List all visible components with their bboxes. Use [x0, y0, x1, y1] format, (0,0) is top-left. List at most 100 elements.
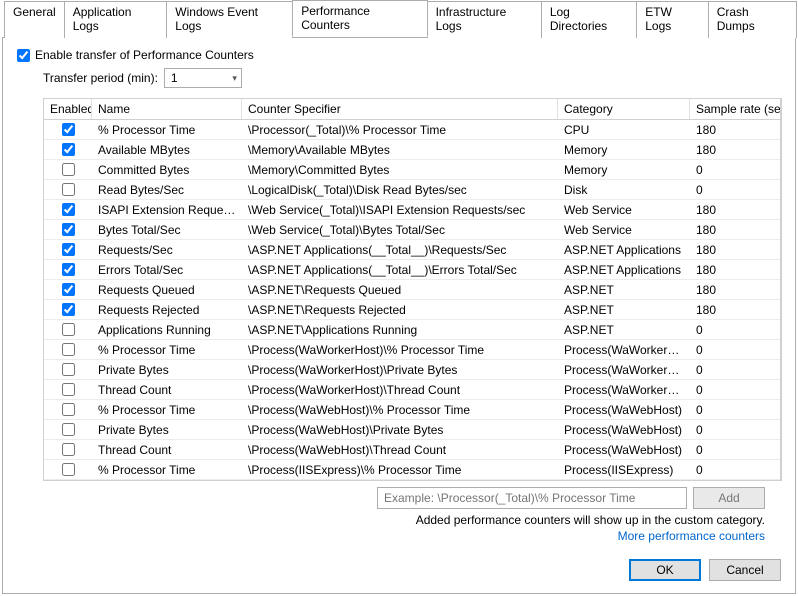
cell-spec: \Process(WaWorkerHost)\Private Bytes: [242, 362, 558, 378]
row-enabled-checkbox[interactable]: [62, 183, 75, 196]
table-row[interactable]: Private Bytes\Process(WaWebHost)\Private…: [44, 420, 780, 440]
cell-cat: ASP.NET: [558, 302, 690, 318]
cell-cat: Process(WaWorkerHost): [558, 342, 690, 358]
row-enabled-checkbox[interactable]: [62, 223, 75, 236]
enable-transfer-label: Enable transfer of Performance Counters: [35, 48, 254, 62]
table-row[interactable]: Thread Count\Process(WaWebHost)\Thread C…: [44, 440, 780, 460]
cell-spec: \LogicalDisk(_Total)\Disk Read Bytes/sec: [242, 182, 558, 198]
cell-spec: \Process(WaWebHost)\Private Bytes: [242, 422, 558, 438]
add-counter-input[interactable]: [377, 487, 687, 509]
row-enabled-checkbox[interactable]: [62, 143, 75, 156]
row-enabled-checkbox[interactable]: [62, 123, 75, 136]
transfer-period-label: Transfer period (min):: [43, 71, 158, 85]
table-row[interactable]: % Processor Time\Processor(_Total)\% Pro…: [44, 120, 780, 140]
cell-spec: \Web Service(_Total)\ISAPI Extension Req…: [242, 202, 558, 218]
cell-spec: \Memory\Available MBytes: [242, 142, 558, 158]
col-enabled[interactable]: Enabled: [44, 99, 92, 119]
row-enabled-checkbox[interactable]: [62, 383, 75, 396]
transfer-period-select[interactable]: 1 ▾: [164, 68, 242, 88]
hint-text: Added performance counters will show up …: [17, 513, 765, 527]
table-row[interactable]: Private Bytes\Process(WaWorkerHost)\Priv…: [44, 360, 780, 380]
cell-rate: 0: [690, 402, 780, 418]
tab-etw-logs[interactable]: ETW Logs: [636, 1, 708, 38]
col-specifier[interactable]: Counter Specifier: [242, 99, 558, 119]
cell-name: % Processor Time: [92, 402, 242, 418]
cell-rate: 180: [690, 202, 780, 218]
cell-rate: 180: [690, 142, 780, 158]
table-row[interactable]: Committed Bytes\Memory\Committed BytesMe…: [44, 160, 780, 180]
table-row[interactable]: Applications Running\ASP.NET\Application…: [44, 320, 780, 340]
cell-cat: CPU: [558, 122, 690, 138]
cell-cat: Disk: [558, 182, 690, 198]
grid-scrollbar[interactable]: [781, 98, 782, 481]
enable-transfer-checkbox[interactable]: [17, 49, 30, 62]
row-enabled-checkbox[interactable]: [62, 283, 75, 296]
cell-cat: Process(WaWorkerHost): [558, 382, 690, 398]
row-enabled-checkbox[interactable]: [62, 323, 75, 336]
cell-rate: 0: [690, 342, 780, 358]
cell-cat: ASP.NET Applications: [558, 242, 690, 258]
ok-button[interactable]: OK: [629, 559, 701, 581]
row-enabled-checkbox[interactable]: [62, 303, 75, 316]
row-enabled-checkbox[interactable]: [62, 403, 75, 416]
row-enabled-checkbox[interactable]: [62, 363, 75, 376]
cell-name: Private Bytes: [92, 422, 242, 438]
table-row[interactable]: % Processor Time\Process(IISExpress)\% P…: [44, 460, 780, 480]
tab-performance-counters[interactable]: Performance Counters: [292, 0, 427, 37]
col-category[interactable]: Category: [558, 99, 690, 119]
table-row[interactable]: Thread Count\Process(WaWorkerHost)\Threa…: [44, 380, 780, 400]
cell-cat: Process(WaWebHost): [558, 402, 690, 418]
performance-counters-panel: Enable transfer of Performance Counters …: [2, 38, 796, 594]
cell-rate: 180: [690, 222, 780, 238]
table-row[interactable]: Available MBytes\Memory\Available MBytes…: [44, 140, 780, 160]
cell-spec: \ASP.NET Applications(__Total__)\Request…: [242, 242, 558, 258]
cell-spec: \ASP.NET\Requests Queued: [242, 282, 558, 298]
row-enabled-checkbox[interactable]: [62, 443, 75, 456]
table-row[interactable]: Requests Rejected\ASP.NET\Requests Rejec…: [44, 300, 780, 320]
cell-name: Read Bytes/Sec: [92, 182, 242, 198]
row-enabled-checkbox[interactable]: [62, 343, 75, 356]
tab-infrastructure-logs[interactable]: Infrastructure Logs: [427, 1, 542, 38]
cell-cat: Process(WaWebHost): [558, 442, 690, 458]
row-enabled-checkbox[interactable]: [62, 263, 75, 276]
cell-cat: Process(WaWebHost): [558, 422, 690, 438]
row-enabled-checkbox[interactable]: [62, 243, 75, 256]
cancel-button[interactable]: Cancel: [709, 559, 781, 581]
cell-name: Available MBytes: [92, 142, 242, 158]
tab-crash-dumps[interactable]: Crash Dumps: [708, 1, 797, 38]
table-row[interactable]: ISAPI Extension Requests/...\Web Service…: [44, 200, 780, 220]
cell-rate: 180: [690, 262, 780, 278]
row-enabled-checkbox[interactable]: [62, 163, 75, 176]
row-enabled-checkbox[interactable]: [62, 463, 75, 476]
add-button[interactable]: Add: [693, 487, 765, 509]
table-row[interactable]: Read Bytes/Sec\LogicalDisk(_Total)\Disk …: [44, 180, 780, 200]
table-row[interactable]: % Processor Time\Process(WaWebHost)\% Pr…: [44, 400, 780, 420]
cell-cat: ASP.NET Applications: [558, 262, 690, 278]
table-row[interactable]: Bytes Total/Sec\Web Service(_Total)\Byte…: [44, 220, 780, 240]
cell-rate: 0: [690, 362, 780, 378]
cell-cat: Memory: [558, 142, 690, 158]
col-rate[interactable]: Sample rate (sec): [690, 99, 780, 119]
row-enabled-checkbox[interactable]: [62, 203, 75, 216]
table-row[interactable]: Requests/Sec\ASP.NET Applications(__Tota…: [44, 240, 780, 260]
tab-application-logs[interactable]: Application Logs: [64, 1, 168, 38]
cell-name: ISAPI Extension Requests/...: [92, 202, 242, 218]
tab-log-directories[interactable]: Log Directories: [541, 1, 637, 38]
cell-spec: \Web Service(_Total)\Bytes Total/Sec: [242, 222, 558, 238]
tab-general[interactable]: General: [4, 1, 65, 38]
cell-name: Bytes Total/Sec: [92, 222, 242, 238]
cell-rate: 180: [690, 242, 780, 258]
cell-spec: \ASP.NET\Applications Running: [242, 322, 558, 338]
cell-rate: 0: [690, 182, 780, 198]
tab-bar: GeneralApplication LogsWindows Event Log…: [2, 0, 796, 38]
table-row[interactable]: Requests Queued\ASP.NET\Requests QueuedA…: [44, 280, 780, 300]
cell-cat: Memory: [558, 162, 690, 178]
tab-windows-event-logs[interactable]: Windows Event Logs: [166, 1, 293, 38]
col-name[interactable]: Name: [92, 99, 242, 119]
row-enabled-checkbox[interactable]: [62, 423, 75, 436]
cell-rate: 0: [690, 322, 780, 338]
more-counters-link[interactable]: More performance counters: [17, 529, 765, 543]
cell-rate: 0: [690, 162, 780, 178]
table-row[interactable]: Errors Total/Sec\ASP.NET Applications(__…: [44, 260, 780, 280]
table-row[interactable]: % Processor Time\Process(WaWorkerHost)\%…: [44, 340, 780, 360]
